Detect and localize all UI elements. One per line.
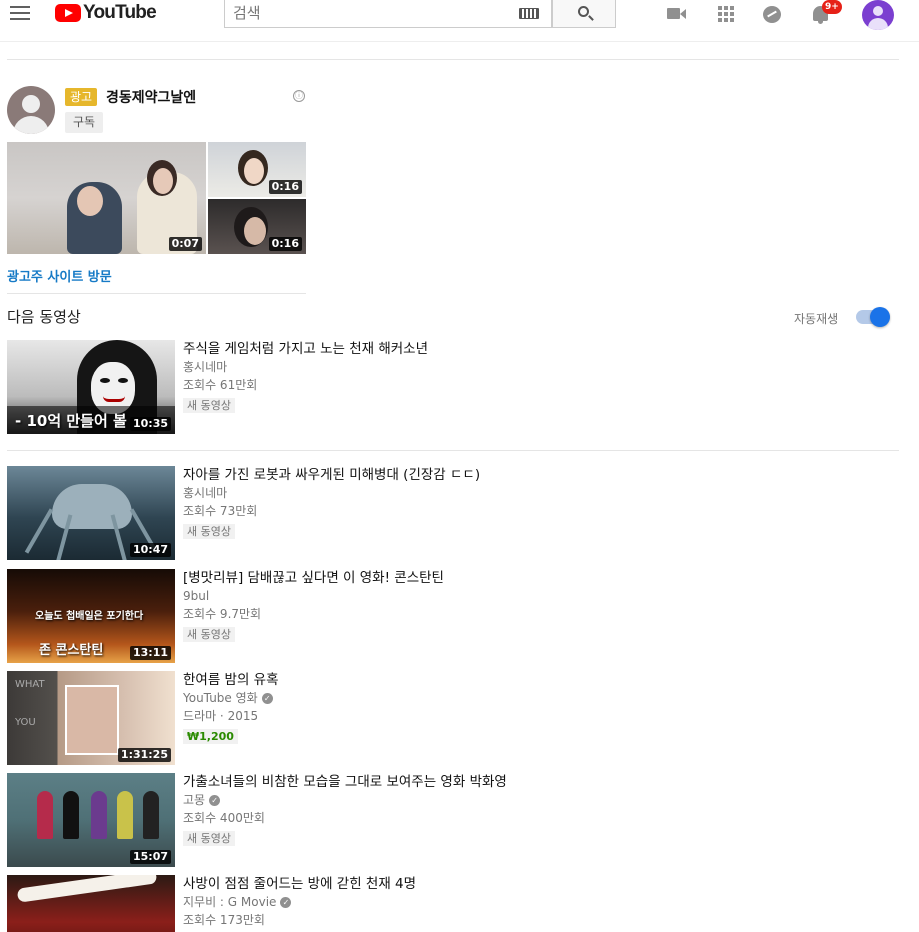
channel-name[interactable]: 9bul	[183, 588, 883, 605]
info-icon[interactable]: ⓘ	[293, 90, 305, 102]
top-bar: YouTube 9+	[0, 0, 919, 42]
video-title[interactable]: 주식을 게임처럼 가지고 노는 천재 해커소년	[183, 340, 883, 358]
video-item[interactable]: 10:47 자아를 가진 로봇과 싸우게된 미해병대 (긴장감 ㄷㄷ) 홍시네마…	[7, 466, 899, 560]
channel-line: 지무비 : G Movie ✓	[183, 894, 883, 911]
video-item[interactable]: 사방이 점점 줄어드는 방에 갇힌 천재 4명 지무비 : G Movie ✓ 조…	[7, 875, 899, 932]
video-duration: 13:11	[129, 646, 171, 660]
ad-badge: 광고	[65, 88, 98, 106]
notification-count-badge: 9+	[822, 0, 842, 14]
search-icon	[578, 6, 589, 17]
thumbnail-caption: 오늘도 첩배일은 포기한다	[35, 611, 144, 622]
autoplay-label: 자동재생	[794, 312, 839, 326]
video-duration: 10:47	[129, 543, 171, 557]
youtube-logo[interactable]: YouTube	[55, 2, 157, 23]
channel-name[interactable]: 고몽	[183, 793, 205, 807]
channel-line: YouTube 영화 ✓	[183, 690, 883, 707]
view-count: 조회수 9.7만회	[183, 607, 262, 621]
thumbnail-caption: 존 콘스탄틴	[39, 643, 104, 658]
messages-icon[interactable]	[762, 4, 782, 24]
verified-icon: ✓	[261, 693, 273, 704]
autoplay-toggle[interactable]	[856, 307, 890, 327]
menu-icon[interactable]	[10, 6, 30, 22]
thumbnail-caption: YOU	[15, 717, 36, 728]
thumbnail-caption: WHAT	[15, 679, 45, 690]
verified-icon: ✓	[209, 795, 221, 806]
up-next-heading: 다음 동영상	[7, 308, 81, 326]
genre-year: 드라마 · 2015	[183, 709, 259, 723]
ad-clip-3[interactable]: 0:16	[208, 199, 306, 254]
channel-name[interactable]: YouTube 영화	[183, 691, 258, 705]
video-item[interactable]: - 10억 만들어 볼 10:35 주식을 게임처럼 가지고 노는 천재 해커소…	[7, 340, 899, 434]
search-button[interactable]	[552, 0, 616, 28]
video-thumbnail[interactable]: WHAT YOU 1:31:25	[7, 671, 175, 765]
video-duration: 10:35	[129, 417, 171, 431]
channel-name[interactable]: 지무비 : G Movie	[183, 895, 276, 909]
ad-channel-title[interactable]: 경동제약그날엔	[106, 87, 196, 107]
account-avatar[interactable]	[862, 0, 894, 30]
video-thumbnail[interactable]: 오늘도 첩배일은 포기한다 존 콘스탄틴 13:11	[7, 569, 175, 663]
video-title[interactable]: 한여름 밤의 유혹	[183, 671, 883, 689]
video-title[interactable]: 사방이 점점 줄어드는 방에 갇힌 천재 4명	[183, 875, 883, 893]
clip-duration: 0:07	[168, 237, 202, 251]
video-duration: 15:07	[129, 850, 171, 864]
ad-clip-main[interactable]: 0:07	[7, 142, 206, 254]
divider	[7, 293, 306, 294]
video-thumbnail[interactable]: 10:47	[7, 466, 175, 560]
video-duration: 1:31:25	[117, 748, 171, 762]
new-video-badge: 새 동영상	[183, 398, 235, 413]
thumbnail-caption: - 10억 만들어 볼	[15, 412, 127, 430]
clip-duration: 0:16	[268, 180, 302, 194]
subscribe-button[interactable]: 구독	[65, 112, 104, 133]
search-input[interactable]	[225, 0, 505, 26]
view-count: 조회수 400만회	[183, 811, 265, 825]
video-title[interactable]: 가출소녀들의 비참한 모습을 그대로 보여주는 영화 박화영	[183, 773, 883, 791]
new-video-badge: 새 동영상	[183, 524, 235, 539]
new-video-badge: 새 동영상	[183, 627, 235, 642]
clip-duration: 0:16	[268, 237, 302, 251]
video-camera-icon[interactable]	[666, 4, 686, 24]
video-thumbnail[interactable]: - 10억 만들어 볼 10:35	[7, 340, 175, 434]
view-count: 조회수 173만회	[183, 913, 265, 927]
search-box	[224, 0, 552, 28]
divider	[7, 59, 899, 60]
youtube-play-icon	[55, 4, 81, 22]
video-item[interactable]: 오늘도 첩배일은 포기한다 존 콘스탄틴 13:11 [병맛리뷰] 담배끊고 싶…	[7, 569, 899, 663]
apps-grid-icon[interactable]	[716, 4, 736, 24]
video-thumbnail[interactable]: 15:07	[7, 773, 175, 867]
video-item[interactable]: 15:07 가출소녀들의 비참한 모습을 그대로 보여주는 영화 박화영 고몽 ✓…	[7, 773, 899, 867]
channel-name[interactable]: 홍시네마	[183, 359, 883, 376]
new-video-badge: 새 동영상	[183, 831, 235, 846]
view-count: 조회수 61만회	[183, 378, 258, 392]
video-item[interactable]: WHAT YOU 1:31:25 한여름 밤의 유혹 YouTube 영화 ✓ 드…	[7, 671, 899, 765]
visit-advertiser-link[interactable]: 광고주 사이트 방문	[7, 266, 112, 285]
view-count: 조회수 73만회	[183, 504, 258, 518]
keyboard-icon[interactable]	[519, 8, 539, 19]
channel-name[interactable]: 홍시네마	[183, 485, 883, 502]
price-badge: ₩1,200	[183, 729, 238, 744]
ad-channel-avatar[interactable]	[7, 86, 55, 134]
video-title[interactable]: 자아를 가진 로봇과 싸우게된 미해병대 (긴장감 ㄷㄷ)	[183, 466, 883, 484]
divider	[7, 450, 899, 451]
toggle-knob	[870, 307, 890, 327]
ad-clip-2[interactable]: 0:16	[208, 142, 306, 197]
logo-text: YouTube	[83, 2, 157, 23]
video-title[interactable]: [병맛리뷰] 담배끊고 싶다면 이 영화! 콘스탄틴	[183, 569, 883, 587]
channel-line: 고몽 ✓	[183, 792, 883, 809]
video-thumbnail[interactable]	[7, 875, 175, 932]
verified-icon: ✓	[280, 897, 292, 908]
